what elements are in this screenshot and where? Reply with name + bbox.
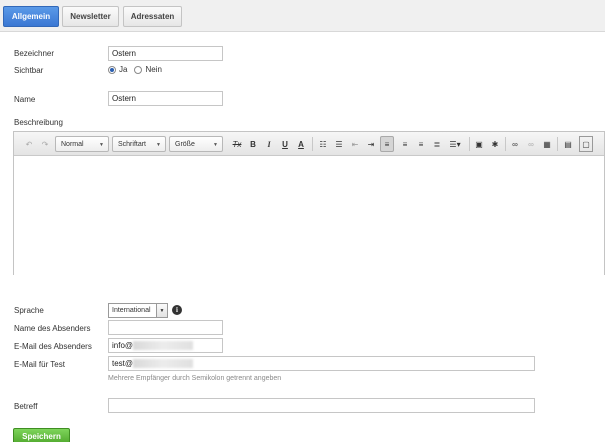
toolbar-separator (505, 137, 506, 151)
format-combo[interactable]: Normal ▼ (55, 136, 109, 152)
source-icon[interactable]: ▤ (561, 136, 575, 152)
radio-nein[interactable] (134, 65, 143, 74)
info-icon[interactable]: i (172, 305, 182, 315)
sichtbar-label: Sichtbar (14, 66, 44, 75)
size-combo[interactable]: Größe ▼ (169, 136, 223, 152)
betreff-input[interactable] (108, 398, 535, 413)
tab-adressaten[interactable]: Adressaten (123, 6, 182, 27)
image-icon[interactable]: ▣ (472, 136, 486, 152)
numbered-list-icon[interactable]: ☷ (316, 136, 330, 152)
test-email-value: test@ (112, 359, 134, 368)
font-color-button[interactable]: A (294, 136, 308, 152)
bezeichner-input[interactable] (108, 46, 223, 61)
bold-button[interactable]: B (246, 136, 260, 152)
beschreibung-label: Beschreibung (14, 118, 63, 127)
redacted-text (133, 359, 194, 368)
align-right-icon[interactable]: ≡ (414, 136, 428, 152)
test-email-hint: Mehrere Empfänger durch Semikolon getren… (108, 375, 282, 382)
test-email-input[interactable]: test@ (108, 356, 535, 371)
indent-icon[interactable]: ⇥ (364, 136, 378, 152)
undo-icon[interactable]: ↶ (22, 136, 36, 152)
sichtbar-radio-group: Ja Nein (108, 65, 162, 74)
absender-name-label: Name des Absenders (14, 324, 91, 333)
format-combo-label: Normal (61, 140, 84, 148)
chevron-down-icon: ▼ (156, 142, 161, 148)
absender-email-label: E-Mail des Absenders (14, 342, 92, 351)
align-justify-icon[interactable]: ≣ (430, 136, 444, 152)
bezeichner-label: Bezeichner (14, 49, 55, 58)
editor-toolbar: ↶ ↷ Normal ▼ Schriftart ▼ Größe ▼ Tx B I U … (14, 132, 604, 156)
chevron-down-icon: ▼ (156, 304, 167, 317)
radio-ja-label: Ja (119, 65, 128, 74)
absender-email-value: info@ (112, 341, 134, 350)
redacted-text (133, 341, 194, 350)
clear-format-icon[interactable]: Tx (230, 136, 244, 152)
radio-nein-label: Nein (145, 65, 162, 74)
tab-allgemein[interactable]: Allgemein (3, 6, 59, 27)
sprache-label: Sprache (14, 306, 44, 315)
tab-bar: Allgemein Newsletter Adressaten (0, 0, 605, 32)
table-icon[interactable]: ▦ (540, 136, 554, 152)
toolbar-separator (557, 137, 558, 151)
underline-button[interactable]: U (278, 136, 292, 152)
align-left-icon[interactable]: ≡ (380, 136, 394, 152)
font-combo[interactable]: Schriftart ▼ (112, 136, 166, 152)
name-input[interactable] (108, 91, 223, 106)
betreff-label: Betreff (14, 402, 38, 411)
chevron-down-icon: ▼ (99, 142, 104, 148)
absender-name-input[interactable] (108, 320, 223, 335)
radio-ja[interactable] (108, 65, 116, 74)
preview-icon[interactable]: ▢ (579, 136, 593, 152)
save-button[interactable]: Speichern (13, 428, 70, 442)
plugin-icon[interactable]: ✱ (488, 136, 502, 152)
line-height-icon[interactable]: ☰▾ (446, 136, 464, 152)
bulleted-list-icon[interactable]: ☰ (332, 136, 346, 152)
align-center-icon[interactable]: ≡ (398, 136, 412, 152)
sprache-select-value: International (112, 307, 151, 314)
tab-newsletter[interactable]: Newsletter (62, 6, 119, 27)
name-label: Name (14, 95, 36, 104)
italic-button[interactable]: I (262, 136, 276, 152)
unlink-icon[interactable]: ∞ (524, 136, 538, 152)
font-combo-label: Schriftart (118, 140, 147, 148)
rich-text-editor: ↶ ↷ Normal ▼ Schriftart ▼ Größe ▼ Tx B I U … (13, 131, 605, 275)
sprache-select[interactable]: International ▼ (108, 303, 168, 318)
outdent-icon[interactable]: ⇤ (348, 136, 362, 152)
toolbar-separator (312, 137, 313, 151)
chevron-down-icon: ▼ (213, 142, 218, 148)
editor-content-area[interactable] (14, 156, 604, 275)
toolbar-separator (469, 137, 470, 151)
test-email-label: E-Mail für Test (14, 360, 65, 369)
size-combo-label: Größe (175, 140, 195, 148)
link-icon[interactable]: ∞ (508, 136, 522, 152)
redo-icon[interactable]: ↷ (38, 136, 52, 152)
absender-email-input[interactable]: info@ (108, 338, 223, 353)
